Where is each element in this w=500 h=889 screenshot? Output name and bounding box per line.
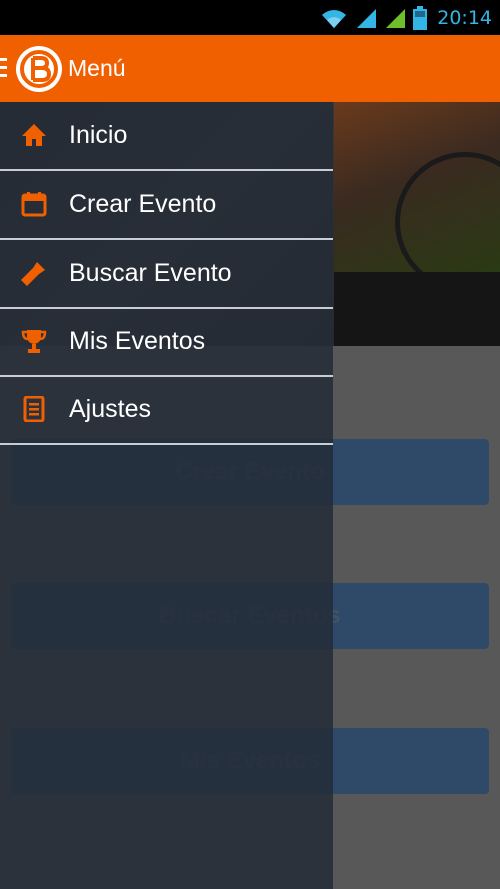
battery-icon: [413, 5, 428, 30]
navigation-drawer: Inicio Crear Evento Buscar Evento Mis Ev…: [0, 102, 333, 889]
drawer-item-label: Mis Eventos: [69, 327, 206, 355]
drawer-item-buscar-evento[interactable]: Buscar Evento: [0, 240, 333, 309]
drawer-toggle-icon[interactable]: [0, 58, 7, 78]
status-bar: 20:14: [0, 0, 500, 35]
drawer-item-label: Crear Evento: [69, 190, 217, 218]
home-icon: [22, 124, 46, 146]
list-icon: [23, 396, 45, 422]
drawer-item-label: Buscar Evento: [69, 259, 232, 287]
wifi-icon: [322, 9, 347, 28]
action-bar: Menú: [0, 35, 500, 102]
status-time: 20:14: [437, 6, 492, 29]
flashlight-icon: [21, 262, 45, 286]
drawer-item-ajustes[interactable]: Ajustes: [0, 376, 333, 445]
signal-icon: [357, 8, 377, 28]
drawer-item-mis-eventos[interactable]: Mis Eventos: [0, 308, 333, 377]
drawer-item-label: Inicio: [69, 121, 128, 149]
drawer-item-crear-evento[interactable]: Crear Evento: [0, 171, 333, 240]
signal-icon-2: [386, 8, 406, 28]
trophy-icon: [21, 330, 47, 353]
status-icons: 20:14: [320, 0, 492, 35]
drawer-item-label: Ajustes: [69, 395, 151, 423]
drawer-item-inicio[interactable]: Inicio: [0, 102, 333, 171]
app-logo[interactable]: [16, 46, 62, 92]
page-title: Menú: [68, 55, 126, 81]
calendar-icon: [21, 192, 47, 217]
